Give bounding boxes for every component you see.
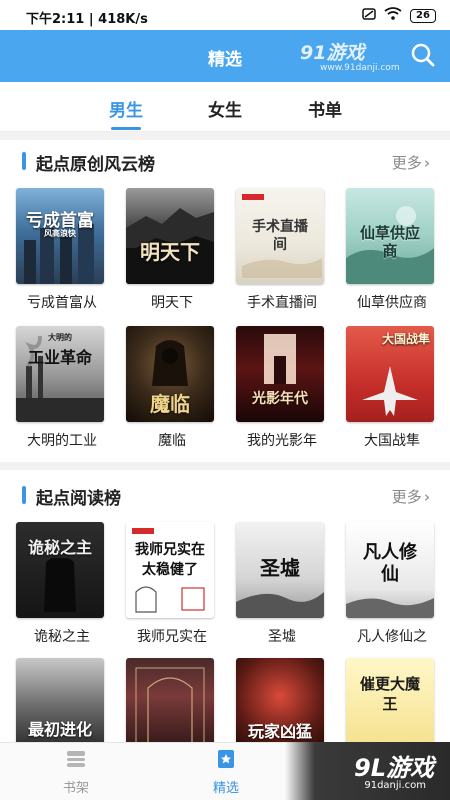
bookshelf-icon: [46, 749, 106, 773]
chevron-right-icon: ›: [423, 488, 430, 506]
book-cover: 手术直播间: [236, 188, 324, 284]
cover-subtitle: 风高浪快: [44, 228, 76, 238]
search-icon[interactable]: [410, 42, 436, 72]
tab-male[interactable]: 男生: [91, 96, 161, 121]
book-title: 大国战隼: [364, 433, 420, 449]
section-accent-bar: [22, 152, 26, 170]
section-title: 起点原创风云榜: [36, 155, 155, 175]
section-divider: [0, 462, 450, 470]
book-cover: 大国战隼: [346, 326, 434, 422]
status-left: 下午2:11 | 418K/s: [26, 8, 148, 27]
book-cover: 光影年代: [236, 326, 324, 422]
book-cover: [126, 658, 214, 754]
book-title: 诡秘之主: [34, 629, 90, 645]
cover-title: 大国战隼: [381, 332, 430, 346]
watermark-url: www.91danji.com: [320, 63, 400, 73]
app-screen: 下午2:11 | 418K/s 26 精选 91游戏 www.91danji.c…: [0, 0, 450, 800]
book-title: 凡人修仙之: [357, 629, 427, 645]
book-cover: 催更大魔王: [346, 658, 434, 754]
status-time: 下午2:11: [26, 12, 85, 27]
cover-title: 催更大魔王: [359, 675, 420, 713]
battery-icon: 26: [410, 8, 436, 23]
cover-title: 诡秘之主: [27, 538, 92, 557]
top-header: 精选 91游戏 www.91danji.com: [0, 30, 450, 82]
cover-title: 魔临: [150, 392, 190, 416]
watermark-url: 91danji.com: [364, 780, 426, 791]
watermark-logo: 91游戏 www.91danji.com: [300, 38, 400, 73]
book-title: 手术直播间: [247, 295, 317, 311]
book-cover: 圣墟: [236, 522, 324, 618]
section-header-reading: 起点阅读榜 更多 ›: [0, 480, 450, 510]
book-cover: 凡人修仙: [346, 522, 434, 618]
cover-title: 玩家凶猛: [247, 722, 312, 741]
book-cover: 大明的 工业革命: [16, 326, 104, 422]
nav-label: 精选: [212, 781, 239, 796]
cover-title: 工业革命: [27, 348, 92, 367]
tab-booklist[interactable]: 书单: [290, 96, 360, 121]
section-accent-bar: [22, 486, 26, 504]
book-title: 明天下: [151, 295, 193, 311]
status-bar: 下午2:11 | 418K/s 26: [0, 0, 450, 30]
star-book-icon: [196, 749, 256, 773]
section-title: 起点阅读榜: [36, 489, 121, 509]
more-link[interactable]: 更多 ›: [392, 152, 430, 173]
book-title: 亏成首富从: [27, 295, 97, 311]
book-cover: 明天下: [126, 188, 214, 284]
watermark-overlay: 9L游戏 91danji.com: [285, 742, 450, 800]
section-divider: [0, 132, 450, 140]
cover-title: 圣墟: [260, 556, 300, 580]
book-title: 魔临: [158, 433, 186, 449]
book-cover: 最初进化: [16, 658, 104, 754]
book-cover: 我师兄实在 太稳健了: [126, 522, 214, 618]
wifi-icon: [384, 7, 402, 24]
category-tabs: 男生 女生 书单: [0, 82, 450, 132]
nav-bookshelf[interactable]: 书架: [46, 749, 106, 796]
chevron-right-icon: ›: [423, 154, 430, 172]
cover-title: 手术直播间: [252, 219, 308, 253]
tab-female[interactable]: 女生: [190, 96, 260, 121]
cover-title: 我师兄实在 太稳健了: [135, 542, 205, 578]
nav-featured[interactable]: 精选: [196, 749, 256, 796]
book-cover: 玩家凶猛: [236, 658, 324, 754]
more-label: 更多: [391, 154, 422, 172]
alarm-icon: [362, 7, 376, 24]
more-label: 更多: [391, 488, 422, 506]
book-title: 我的光影年: [247, 433, 317, 449]
cover-title: 仙草供应商: [359, 224, 420, 260]
book-cover: 仙草供应商: [346, 188, 434, 284]
section-header-fengyun: 起点原创风云榜 更多 ›: [0, 146, 450, 176]
cover-title: 凡人修仙: [363, 542, 417, 585]
book-title: 我师兄实在: [137, 629, 207, 645]
book-cover: 亏成首富 风高浪快: [16, 188, 104, 284]
status-right: 26: [362, 7, 436, 24]
watermark-logo-text: 91游戏: [300, 42, 365, 64]
book-cover: 诡秘之主: [16, 522, 104, 618]
watermark-logo: 9L游戏: [354, 754, 434, 782]
status-speed: 418K/s: [98, 12, 148, 27]
nav-label: 书架: [62, 781, 89, 796]
book-title: 仙草供应商: [357, 295, 427, 311]
status-separator: |: [88, 12, 99, 27]
cover-subtitle: 大明的: [48, 332, 72, 342]
cover-title: 最初进化: [27, 720, 92, 739]
book-title: 圣墟: [268, 629, 296, 645]
more-link[interactable]: 更多 ›: [392, 486, 430, 507]
active-tab-indicator: [111, 127, 141, 130]
cover-title: 明天下: [140, 240, 200, 264]
cover-title: 光影年代: [252, 391, 308, 407]
book-cover: 魔临: [126, 326, 214, 422]
book-title: 大明的工业: [27, 433, 97, 449]
